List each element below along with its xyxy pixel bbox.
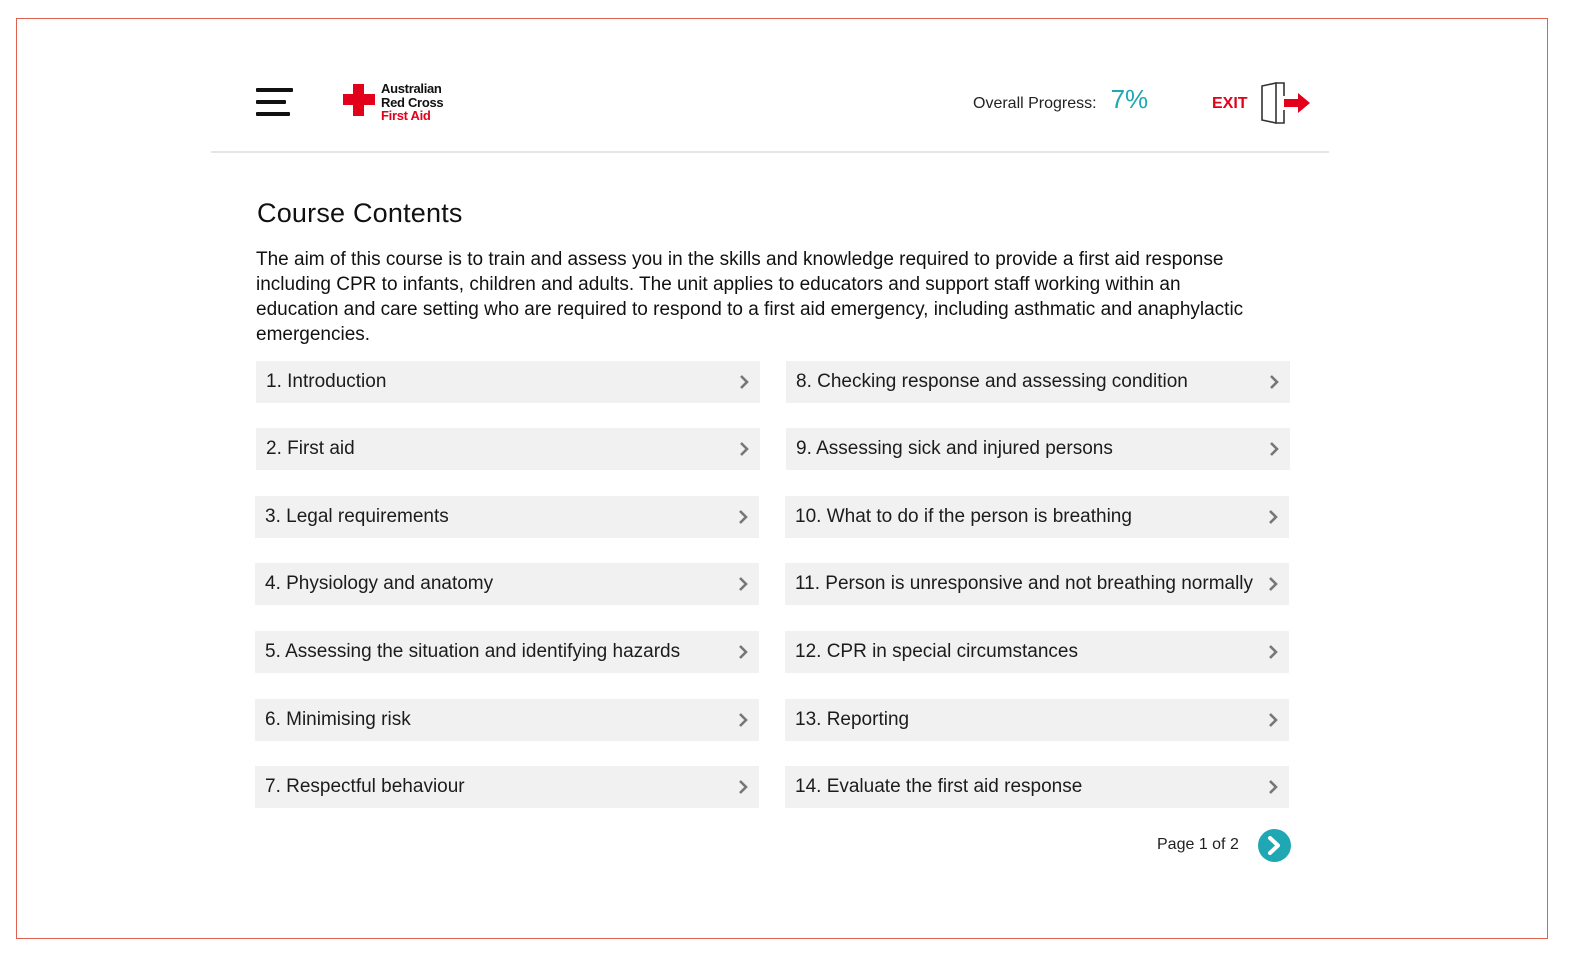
menu-line xyxy=(256,100,286,104)
chevron-right-icon xyxy=(1268,836,1280,855)
chevron-right-icon xyxy=(740,375,749,389)
chevron-right-icon xyxy=(1270,375,1279,389)
chevron-right-icon xyxy=(1269,713,1278,727)
overall-progress: Overall Progress: 7% xyxy=(973,84,1148,120)
logo-line-3: First Aid xyxy=(381,108,431,123)
exit-door-icon xyxy=(1261,82,1310,124)
module-label: 12. CPR in special circumstances xyxy=(795,641,1078,662)
module-label: 7. Respectful behaviour xyxy=(265,776,465,797)
chevron-right-icon xyxy=(740,442,749,456)
page-frame xyxy=(16,18,1548,939)
module-label: 13. Reporting xyxy=(795,709,910,730)
red-cross-logo: Australian Red Cross First Aid xyxy=(343,82,453,128)
module-label: 5. Assessing the situation and identifyi… xyxy=(265,641,681,662)
logo-line-1: Australian xyxy=(381,81,442,96)
course-description: The aim of this course is to train and a… xyxy=(256,249,1244,345)
course-module-item[interactable]: 14. Evaluate the first aid response xyxy=(785,766,1289,808)
chevron-right-icon xyxy=(739,713,748,727)
course-module-item[interactable]: 2. First aid xyxy=(256,428,760,470)
module-label: 4. Physiology and anatomy xyxy=(265,573,494,594)
module-label: 6. Minimising risk xyxy=(265,709,411,730)
page-indicator: Page 1 of 2 xyxy=(1157,836,1239,853)
exit-button[interactable]: EXIT xyxy=(1212,82,1312,124)
chevron-right-icon xyxy=(1270,442,1279,456)
module-label: 9. Assessing sick and injured persons xyxy=(796,438,1113,459)
chevron-right-icon xyxy=(739,577,748,591)
chevron-right-icon xyxy=(739,780,748,794)
module-label: 14. Evaluate the first aid response xyxy=(795,776,1083,797)
course-module-item[interactable]: 9. Assessing sick and injured persons xyxy=(786,428,1290,470)
course-module-item[interactable]: 6. Minimising risk xyxy=(255,699,759,741)
chevron-right-icon xyxy=(1269,645,1278,659)
exit-label: EXIT xyxy=(1212,95,1248,112)
chevron-right-icon xyxy=(739,510,748,524)
chevron-right-icon xyxy=(1269,780,1278,794)
course-module-item[interactable]: 8. Checking response and assessing condi… xyxy=(786,361,1290,403)
course-module-item[interactable]: 5. Assessing the situation and identifyi… xyxy=(255,631,759,673)
page-title: Course Contents xyxy=(257,198,463,228)
header-divider xyxy=(211,151,1329,153)
red-cross-icon xyxy=(343,84,375,116)
course-module-item[interactable]: 4. Physiology and anatomy xyxy=(255,563,759,605)
chevron-right-icon xyxy=(1269,510,1278,524)
course-module-item[interactable]: 10. What to do if the person is breathin… xyxy=(785,496,1289,538)
module-label: 8. Checking response and assessing condi… xyxy=(796,371,1188,392)
hamburger-menu-icon[interactable] xyxy=(256,88,294,118)
course-module-item[interactable]: 1. Introduction xyxy=(256,361,760,403)
logo-line-2: Red Cross xyxy=(381,94,444,110)
next-page-button[interactable] xyxy=(1258,829,1291,862)
module-label: 11. Person is unresponsive and not breat… xyxy=(795,573,1254,594)
module-label: 3. Legal requirements xyxy=(265,506,449,527)
chevron-right-icon xyxy=(1269,577,1278,591)
course-module-item[interactable]: 12. CPR in special circumstances xyxy=(785,631,1289,673)
chevron-right-icon xyxy=(739,645,748,659)
course-module-item[interactable]: 13. Reporting xyxy=(785,699,1289,741)
progress-value: 7% xyxy=(1110,84,1149,114)
course-module-item[interactable]: 7. Respectful behaviour xyxy=(255,766,759,808)
progress-label: Overall Progress: xyxy=(973,95,1097,112)
module-label: 2. First aid xyxy=(266,438,355,459)
course-module-item[interactable]: 3. Legal requirements xyxy=(255,496,759,538)
module-label: 10. What to do if the person is breathin… xyxy=(795,506,1132,527)
menu-line xyxy=(256,88,293,92)
course-module-item[interactable]: 11. Person is unresponsive and not breat… xyxy=(785,563,1289,605)
module-label: 1. Introduction xyxy=(266,371,387,392)
menu-line xyxy=(256,112,290,116)
